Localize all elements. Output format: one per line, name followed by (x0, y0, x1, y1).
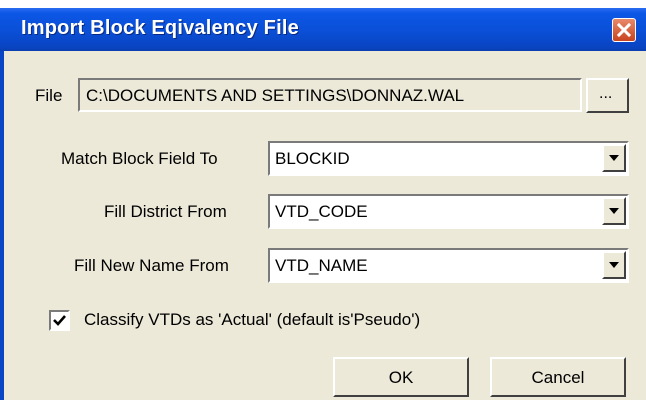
fill-new-name-select[interactable]: VTD_NAME (268, 248, 629, 283)
checkmark-icon (53, 315, 66, 326)
close-button[interactable] (612, 18, 636, 42)
fill-district-value: VTD_CODE (275, 202, 368, 221)
chevron-down-icon (609, 262, 619, 268)
ok-button[interactable]: OK (333, 357, 469, 397)
fill-new-name-dropdown-button[interactable] (602, 251, 626, 279)
ok-button-label: OK (388, 368, 414, 387)
file-path-field[interactable]: C:\DOCUMENTS AND SETTINGS\DONNAZ.WAL (78, 78, 582, 112)
cancel-button[interactable]: Cancel (490, 357, 626, 397)
fill-new-name-value: VTD_NAME (275, 256, 368, 275)
close-icon (616, 22, 632, 38)
classify-actual-label: Classify VTDs as 'Actual' (default is'Ps… (84, 310, 421, 329)
fill-district-dropdown-button[interactable] (602, 197, 626, 225)
match-block-dropdown-button[interactable] (602, 144, 626, 172)
window-border (0, 51, 4, 400)
dialog-title: Import Block Eqivalency File (21, 17, 299, 39)
browse-button[interactable]: ... (586, 78, 629, 113)
file-label: File (35, 86, 63, 105)
chevron-down-icon (609, 155, 619, 161)
title-bar[interactable]: Import Block Eqivalency File (0, 8, 646, 51)
chevron-down-icon (609, 208, 619, 214)
match-block-select[interactable]: BLOCKID (268, 141, 629, 176)
import-dialog: Import Block Eqivalency File File C:\DOC… (0, 8, 646, 400)
match-block-label: Match Block Field To (61, 149, 218, 168)
browse-button-label: ... (599, 85, 613, 102)
fill-district-select[interactable]: VTD_CODE (268, 194, 629, 229)
fill-new-name-label: Fill New Name From (74, 256, 229, 275)
cancel-button-label: Cancel (531, 368, 585, 387)
fill-district-label: Fill District From (104, 202, 227, 221)
file-path-value: C:\DOCUMENTS AND SETTINGS\DONNAZ.WAL (86, 86, 465, 105)
classify-actual-checkbox[interactable] (49, 310, 70, 331)
match-block-value: BLOCKID (275, 149, 350, 168)
